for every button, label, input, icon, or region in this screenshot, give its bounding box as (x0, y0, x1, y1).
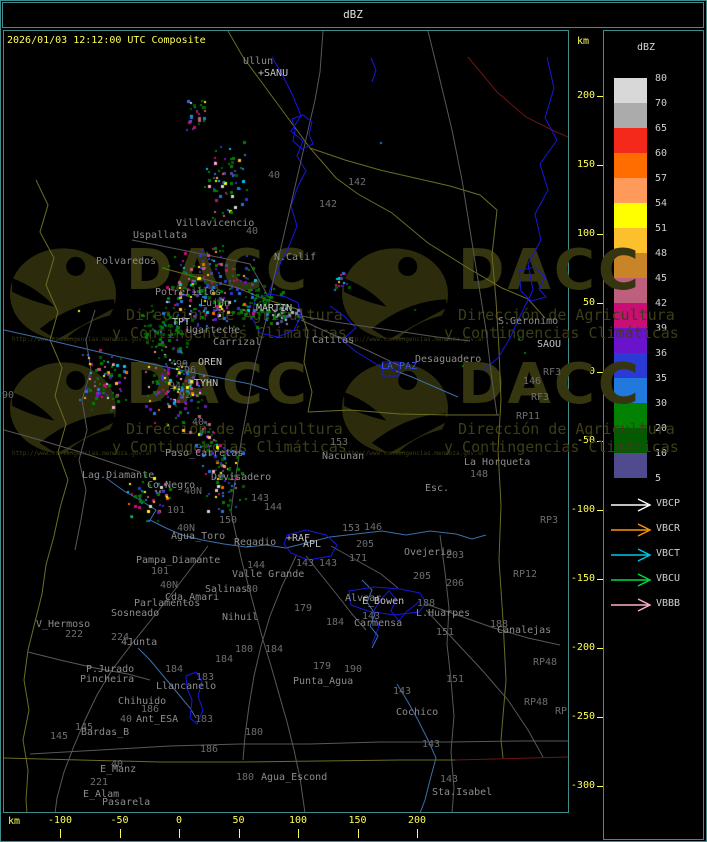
timestamp: 2026/01/03 12:12:00 UTC Composite (7, 35, 206, 46)
radar-echoes (0, 0, 707, 842)
